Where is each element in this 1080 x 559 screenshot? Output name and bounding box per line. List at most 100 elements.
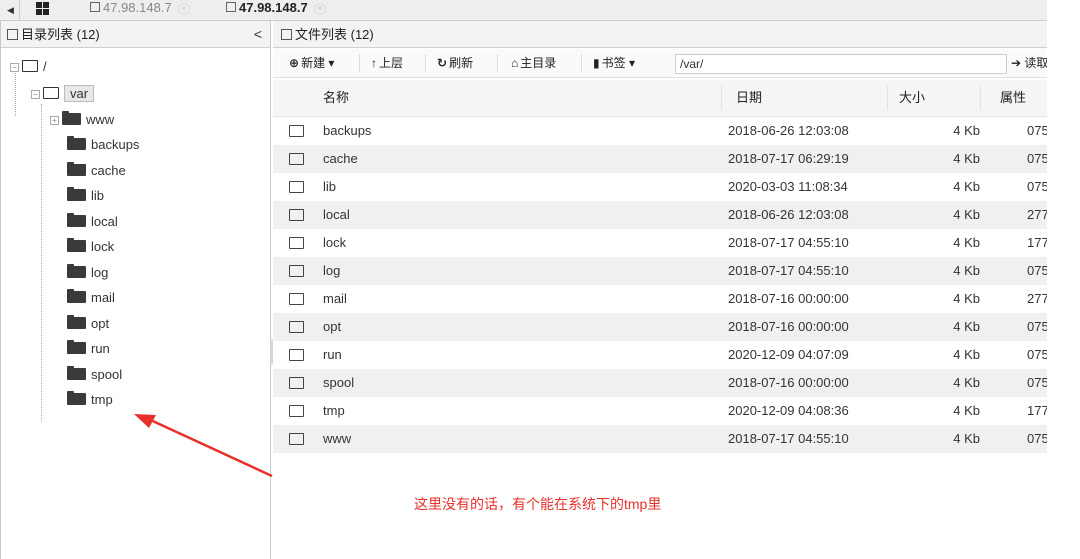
collapse-node-icon[interactable]: − (10, 63, 19, 72)
file-attributes: 075 (1027, 151, 1047, 166)
bookmark-button[interactable]: ▮ 书签 ▾ (593, 49, 635, 77)
table-row[interactable]: local 2018-06-26 12:03:08 4 Kb 277 (273, 201, 1047, 229)
tree-node-www[interactable]: + www (50, 110, 114, 130)
bookmark-icon: ▮ (593, 56, 600, 70)
file-date: 2020-03-03 11:08:34 (728, 179, 848, 194)
folder-icon (289, 313, 305, 341)
refresh-button[interactable]: ↻ 刷新 (437, 49, 473, 77)
path-input[interactable] (675, 54, 1007, 74)
tree-node-label: local (91, 214, 118, 229)
folder-icon (289, 425, 305, 453)
tree-node-var[interactable]: − var (31, 84, 95, 104)
table-row[interactable]: backups 2018-06-26 12:03:08 4 Kb 075 (273, 117, 1047, 145)
table-row[interactable]: lock 2018-07-17 04:55:10 4 Kb 177 (273, 229, 1047, 257)
up-level-button[interactable]: ↑ 上层 (371, 49, 403, 77)
tree-node-local[interactable]: local (67, 212, 118, 232)
tree-node-mail[interactable]: mail (67, 288, 115, 308)
plus-circle-icon: ⊕ (289, 56, 300, 70)
column-divider[interactable] (721, 86, 722, 110)
tab-label: 47.98.148.7 (239, 0, 308, 15)
table-row[interactable]: www 2018-07-17 04:55:10 4 Kb 075 (273, 425, 1047, 453)
tree-node-label: / (43, 59, 47, 74)
close-icon[interactable]: × (313, 3, 326, 15)
table-row[interactable]: tmp 2020-12-09 04:08:36 4 Kb 177 (273, 397, 1047, 425)
column-divider[interactable] (980, 86, 981, 110)
table-row[interactable]: opt 2018-07-16 00:00:00 4 Kb 075 (273, 313, 1047, 341)
tree-node-label: lib (91, 188, 105, 203)
column-divider[interactable] (887, 86, 888, 110)
column-header-size[interactable]: 大小 (899, 80, 925, 116)
file-attributes: 177 (1027, 235, 1047, 250)
file-attributes: 277 (1027, 291, 1047, 306)
collapse-panel-button[interactable]: < (254, 21, 262, 48)
tree-node-lock[interactable]: lock (67, 237, 114, 257)
directory-panel-header: 目录列表 (12) < (1, 21, 270, 48)
tree-node-root[interactable]: − / (10, 57, 47, 77)
tab-strip: ◀ 47.98.148.7 × 47.98.148.7 × (0, 0, 1047, 21)
arrow-up-icon: ↑ (371, 56, 377, 70)
column-header-date[interactable]: 日期 (736, 80, 762, 116)
column-header-name[interactable]: 名称 (323, 80, 349, 116)
arrow-right-icon: ➔ (1011, 56, 1022, 70)
file-name: lib (323, 179, 337, 194)
tree-node-cache[interactable]: cache (67, 161, 126, 181)
collapse-node-icon[interactable]: − (31, 90, 40, 99)
file-attributes: 075 (1027, 375, 1047, 390)
table-header: 名称 日期 大小 属性 (273, 80, 1047, 117)
file-size: 4 Kb (953, 123, 980, 138)
home-button[interactable]: ⌂ 主目录 (511, 49, 556, 77)
file-attributes: 075 (1027, 263, 1047, 278)
tree-node-run[interactable]: run (67, 339, 110, 359)
folder-icon (67, 213, 86, 227)
column-header-attributes[interactable]: 属性 (1000, 80, 1026, 116)
tree-node-opt[interactable]: opt (67, 314, 109, 334)
folder-icon (67, 238, 86, 252)
file-name: spool (323, 375, 355, 390)
file-attributes: 075 (1027, 347, 1047, 362)
bookmark-label: 书签 (601, 56, 626, 70)
directory-tree: − / − var + www backups cache lib local loc… (1, 49, 270, 558)
tab-host-1[interactable]: 47.98.148.7 × (90, 0, 190, 21)
tree-node-label: cache (91, 163, 126, 178)
tree-node-log[interactable]: log (67, 263, 108, 283)
table-row[interactable]: log 2018-07-17 04:55:10 4 Kb 075 (273, 257, 1047, 285)
tree-node-spool[interactable]: spool (67, 365, 122, 385)
table-row[interactable]: cache 2018-07-17 06:29:19 4 Kb 075 (273, 145, 1047, 173)
grid-menu-icon[interactable] (36, 2, 50, 16)
folder-icon (289, 257, 305, 285)
file-size: 4 Kb (953, 431, 980, 446)
table-row[interactable]: lib 2020-03-03 11:08:34 4 Kb 075 (273, 173, 1047, 201)
tree-node-label: www (86, 112, 115, 127)
document-icon (281, 29, 292, 40)
file-attributes: 177 (1027, 403, 1047, 418)
folder-icon (62, 111, 81, 125)
table-row[interactable]: run 2020-12-09 04:07:09 4 Kb 075 (273, 341, 1047, 369)
folder-icon (67, 187, 86, 201)
new-button[interactable]: ⊕ 新建 ▾ (289, 49, 334, 77)
folder-icon (67, 289, 86, 303)
expand-node-icon[interactable]: + (50, 116, 59, 125)
file-date: 2018-07-17 04:55:10 (728, 263, 849, 278)
folder-icon (289, 201, 305, 229)
document-icon (226, 2, 236, 12)
folder-icon (289, 229, 305, 257)
folder-icon (289, 397, 305, 425)
file-name: cache (323, 151, 358, 166)
arrow-head (134, 414, 156, 428)
folder-open-icon (22, 60, 38, 72)
toolbar-divider (497, 54, 498, 72)
tab-host-2-active[interactable]: 47.98.148.7 × (226, 0, 326, 21)
toolbar-divider (359, 54, 360, 72)
home-icon: ⌂ (511, 56, 519, 70)
table-row[interactable]: mail 2018-07-16 00:00:00 4 Kb 277 (273, 285, 1047, 313)
scroll-left-icon[interactable]: ◀ (2, 0, 20, 20)
folder-icon (67, 162, 86, 176)
file-size: 4 Kb (953, 347, 980, 362)
tree-node-lib[interactable]: lib (67, 186, 104, 206)
file-size: 4 Kb (953, 263, 980, 278)
tree-node-backups[interactable]: backups (67, 135, 139, 155)
close-icon[interactable]: × (177, 3, 190, 15)
tree-node-tmp[interactable]: tmp (67, 390, 113, 410)
table-row[interactable]: spool 2018-07-16 00:00:00 4 Kb 075 (273, 369, 1047, 397)
read-button[interactable]: ➔ 读取 (1011, 49, 1047, 77)
